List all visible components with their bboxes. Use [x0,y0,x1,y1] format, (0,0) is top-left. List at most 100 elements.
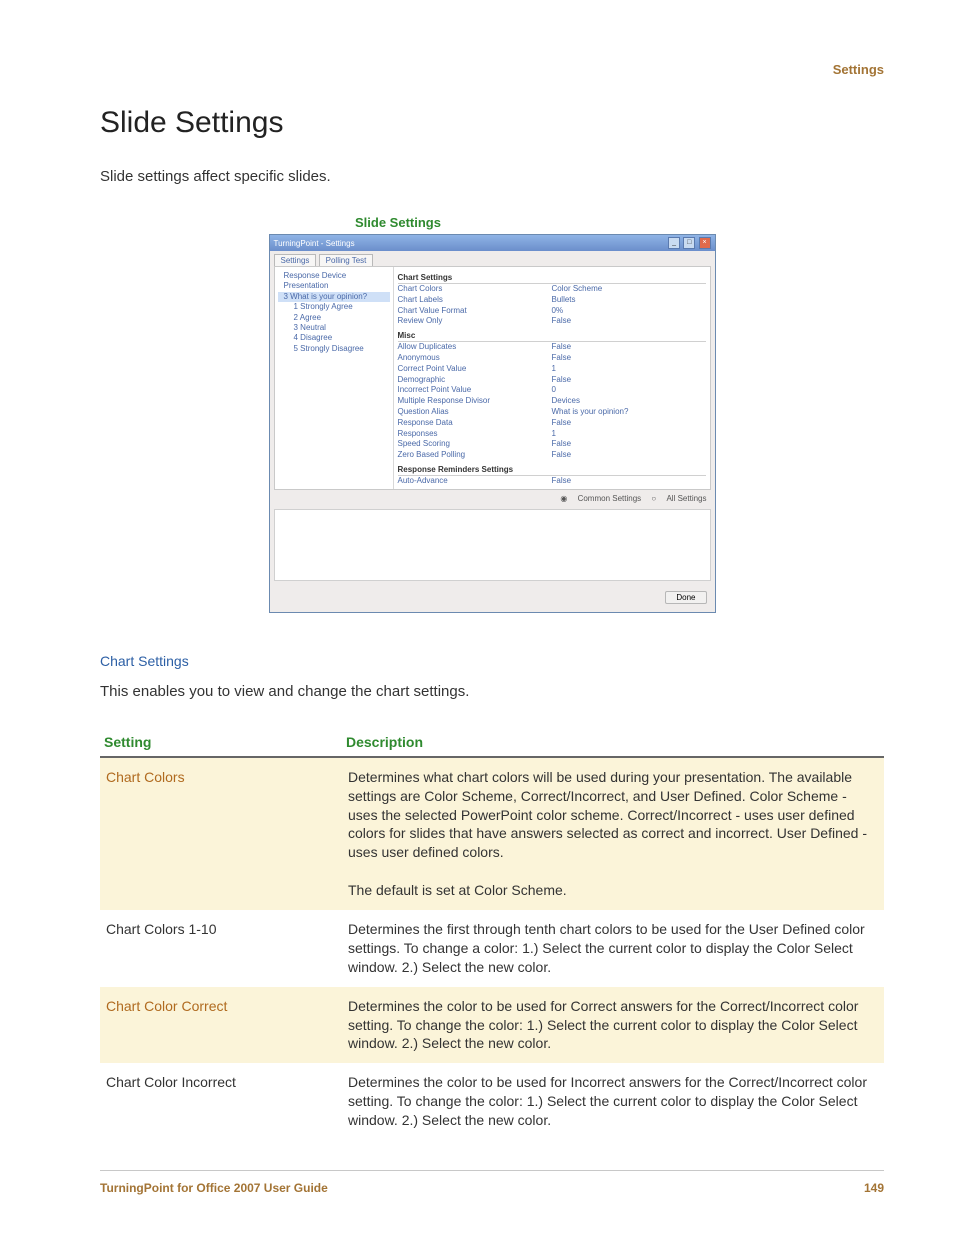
setting-key: Allow Duplicates [398,342,552,353]
table-row: Chart Color IncorrectDetermines the colo… [100,1063,884,1140]
setting-key: Responses [398,429,552,440]
radio-common-settings[interactable]: ◉ Common Settings [560,494,641,503]
setting-key: Review Only [398,316,552,327]
settings-row[interactable]: Review OnlyFalse [398,316,706,327]
settings-row[interactable]: Chart Value Format0% [398,306,706,317]
setting-value: False [552,418,706,429]
setting-key: Auto-Advance [398,476,552,487]
setting-value: Devices [552,396,706,407]
radio-all-label: All Settings [666,494,706,503]
settings-row[interactable]: Auto-AdvanceFalse [398,476,706,487]
subsection-title: Chart Settings [100,653,884,669]
tree-node[interactable]: 4 Disagree [278,333,390,343]
setting-description: Determines the first through tenth chart… [342,910,884,987]
tree-node[interactable]: Response Device [278,271,390,281]
window-buttons: _ □ × [667,237,710,249]
settings-row[interactable]: DemographicFalse [398,375,706,386]
window-titlebar: TurningPoint - Settings _ □ × [270,235,715,251]
setting-key: Incorrect Point Value [398,385,552,396]
tree-node[interactable]: 2 Agree [278,313,390,323]
setting-value: 0 [552,385,706,396]
setting-key: Question Alias [398,407,552,418]
setting-description: Determines the color to be used for Corr… [342,987,884,1064]
done-button[interactable]: Done [665,591,706,604]
setting-description: Determines what chart colors will be use… [342,757,884,910]
settings-table: Setting Description Chart ColorsDetermin… [100,728,884,1140]
tab-polling-test[interactable]: Polling Test [319,254,374,266]
table-row: Chart Color CorrectDetermines the color … [100,987,884,1064]
tree-node[interactable]: 3 What is your opinion? [278,292,390,302]
setting-value: 0% [552,306,706,317]
setting-value: What is your opinion? [552,407,706,418]
setting-key: Chart Labels [398,295,552,306]
page-footer: TurningPoint for Office 2007 User Guide … [100,1170,884,1195]
setting-value: 1 [552,364,706,375]
setting-value: Bullets [552,295,706,306]
radio-all-settings[interactable]: ○ All Settings [651,494,706,503]
navigation-tree[interactable]: Response DevicePresentation3 What is you… [275,267,394,489]
close-icon[interactable]: × [699,237,711,249]
setting-value: False [552,316,706,327]
settings-group-header: Misc [398,329,706,342]
settings-list: Chart SettingsChart ColorsColor SchemeCh… [394,267,710,489]
setting-key: Response Data [398,418,552,429]
maximize-icon[interactable]: □ [683,237,695,249]
settings-row[interactable]: Response DataFalse [398,418,706,429]
setting-name: Chart Color Incorrect [100,1063,342,1140]
tab-settings[interactable]: Settings [274,254,317,266]
setting-value: False [552,375,706,386]
setting-value: False [552,353,706,364]
tree-node[interactable]: Presentation [278,281,390,291]
window-tabs: Settings Polling Test [270,251,715,266]
settings-row[interactable]: Allow DuplicatesFalse [398,342,706,353]
page-title: Slide Settings [100,106,884,140]
description-panel [274,509,711,581]
radio-common-label: Common Settings [578,494,642,503]
settings-group-header: Response Reminders Settings [398,463,706,476]
settings-row[interactable]: Chart ColorsColor Scheme [398,284,706,295]
setting-value: 1 [552,429,706,440]
setting-value: False [552,450,706,461]
setting-key: Multiple Response Divisor [398,396,552,407]
setting-value: Color Scheme [552,284,706,295]
header-section: Settings [833,62,884,77]
settings-group-header: Chart Settings [398,271,706,284]
subsection-lead: This enables you to view and change the … [100,683,884,700]
table-row: Chart ColorsDetermines what chart colors… [100,757,884,910]
tree-node[interactable]: 1 Strongly Agree [278,302,390,312]
settings-row[interactable]: Zero Based PollingFalse [398,450,706,461]
settings-row[interactable]: Speed ScoringFalse [398,439,706,450]
tree-node[interactable]: 5 Strongly Disagree [278,344,390,354]
minimize-icon[interactable]: _ [668,237,680,249]
settings-row[interactable]: Chart LabelsBullets [398,295,706,306]
setting-description: Determines the color to be used for Inco… [342,1063,884,1140]
setting-key: Demographic [398,375,552,386]
settings-row[interactable]: Responses1 [398,429,706,440]
setting-value: False [552,342,706,353]
setting-name: Chart Colors [100,757,342,910]
settings-scope-radios: ◉ Common Settings ○ All Settings [270,490,715,505]
table-row: Chart Colors 1-10Determines the first th… [100,910,884,987]
setting-name: Chart Color Correct [100,987,342,1064]
figure-caption: Slide Settings [355,215,884,230]
settings-row[interactable]: AnonymousFalse [398,353,706,364]
settings-row[interactable]: Question AliasWhat is your opinion? [398,407,706,418]
setting-value: False [552,439,706,450]
settings-row[interactable]: Correct Point Value1 [398,364,706,375]
settings-row[interactable]: Multiple Response DivisorDevices [398,396,706,407]
setting-key: Speed Scoring [398,439,552,450]
setting-key: Anonymous [398,353,552,364]
setting-key: Chart Colors [398,284,552,295]
settings-row[interactable]: Incorrect Point Value0 [398,385,706,396]
setting-key: Chart Value Format [398,306,552,317]
setting-value: False [552,476,706,487]
footer-page-number: 149 [864,1181,884,1195]
footer-left: TurningPoint for Office 2007 User Guide [100,1181,328,1195]
page-intro: Slide settings affect specific slides. [100,168,884,185]
tree-node[interactable]: 3 Neutral [278,323,390,333]
setting-key: Zero Based Polling [398,450,552,461]
settings-window: TurningPoint - Settings _ □ × Settings P… [269,234,716,613]
setting-key: Correct Point Value [398,364,552,375]
setting-name: Chart Colors 1-10 [100,910,342,987]
col-setting: Setting [100,728,342,757]
